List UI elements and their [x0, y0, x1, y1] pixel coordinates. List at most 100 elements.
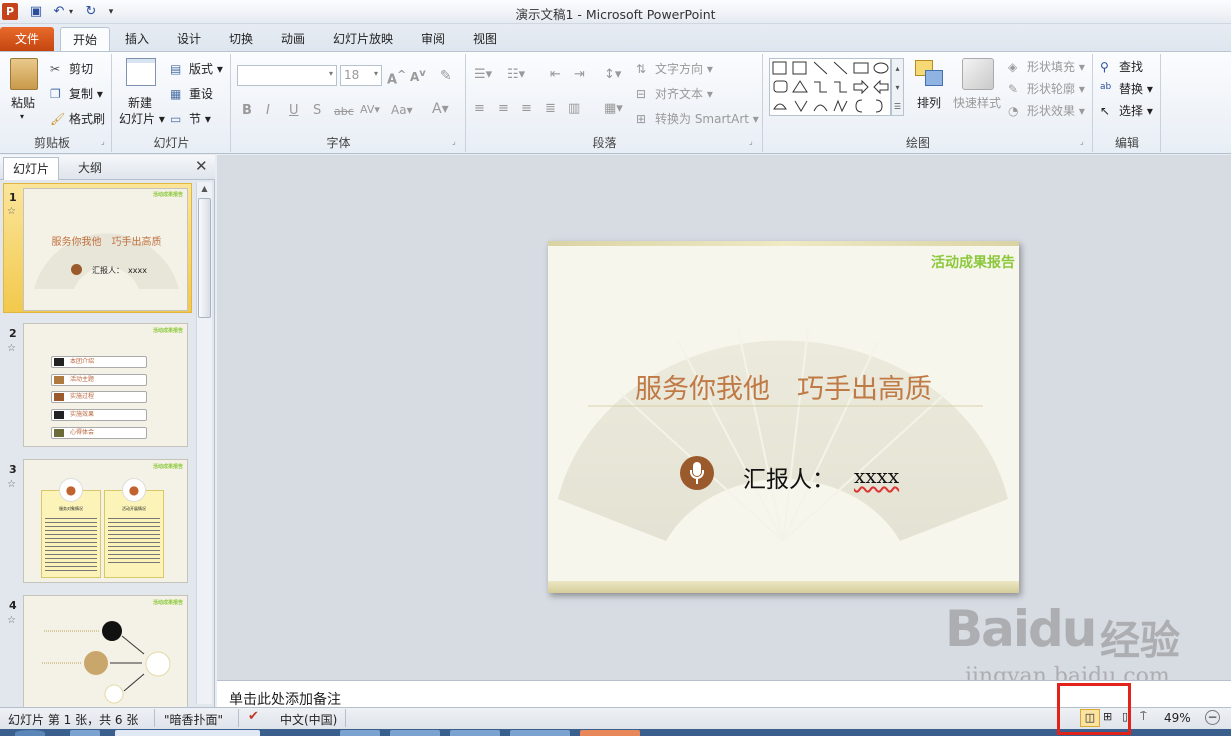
notes-placeholder[interactable]: 单击此处添加备注 — [229, 689, 341, 709]
tab-animations[interactable]: 动画 — [271, 27, 315, 51]
select-button[interactable]: ↖ 选择 ▾ — [1100, 102, 1153, 120]
new-slide-label[interactable]: 新建 — [128, 94, 152, 111]
dialog-launcher-icon[interactable]: ⌟ — [1080, 137, 1084, 146]
select-label: 选择 — [1119, 104, 1144, 118]
find-button[interactable]: ⚲ 查找 — [1100, 58, 1143, 76]
arrange-button[interactable]: 排列 — [917, 94, 941, 111]
underline-icon[interactable]: U — [289, 103, 299, 118]
spell-check-icon[interactable]: ✔ — [248, 709, 259, 724]
new-slide-dropdown[interactable]: 幻灯片 ▾ — [119, 110, 165, 127]
font-name-combobox[interactable]: ▾ — [237, 65, 337, 86]
section-button[interactable]: ▭ 节 ▾ — [170, 110, 211, 128]
tab-outline-pane[interactable]: 大纲 — [62, 157, 118, 180]
slide-thumbnail-2[interactable]: 活动成果报告 本团介绍 活动主题 实施过程 实施效果 心得体会 — [23, 323, 188, 447]
toc-item: 实施效果 — [51, 409, 147, 421]
tab-home[interactable]: 开始 — [60, 27, 110, 52]
scroll-thumb[interactable] — [198, 198, 211, 318]
tab-design[interactable]: 设计 — [167, 27, 211, 51]
bold-icon[interactable]: B — [242, 103, 252, 118]
slide-thumbnail-3[interactable]: 活动成果报告 ● ● 服务对象情况 活动开展情况 — [23, 459, 188, 583]
dialog-launcher-icon[interactable]: ⌟ — [101, 137, 105, 146]
quick-styles-button[interactable]: 快速样式 — [953, 94, 1001, 111]
format-painter-label: 格式刷 — [69, 112, 106, 126]
align-center-icon[interactable]: ≡ — [498, 101, 509, 116]
tab-review[interactable]: 审阅 — [411, 27, 455, 51]
slide-header[interactable]: 活动成果报告 — [931, 252, 1015, 272]
font-color-icon[interactable]: A▾ — [432, 101, 449, 117]
copy-button[interactable]: ❐ 复制 ▾ — [50, 85, 103, 103]
toc-label: 实施过程 — [70, 393, 95, 400]
numbering-icon[interactable]: ☷▾ — [507, 67, 525, 82]
reporter-label[interactable]: 汇报人： — [743, 460, 835, 494]
shape-fill-button[interactable]: ◈ 形状填充 ▾ — [1008, 58, 1085, 76]
language-indicator[interactable]: 中文(中国) — [280, 711, 337, 728]
theme-name[interactable]: "暗香扑面" — [164, 711, 223, 728]
reporter-value[interactable]: xxxx — [854, 464, 899, 488]
start-button[interactable] — [15, 730, 45, 736]
new-slide-icon[interactable] — [126, 58, 156, 86]
format-painter-button[interactable]: 🖌 格式刷 — [50, 110, 105, 128]
shadow-icon[interactable]: S — [313, 103, 321, 118]
taskbar-item[interactable] — [115, 730, 260, 736]
columns-icon[interactable]: ▦▾ — [604, 101, 623, 116]
clear-formatting-icon[interactable]: ✎ — [440, 68, 452, 84]
shapes-gallery[interactable] — [769, 58, 891, 116]
tab-slideshow[interactable]: 幻灯片放映 — [324, 27, 402, 51]
shape-outline-button[interactable]: ✎ 形状轮廓 ▾ — [1008, 80, 1085, 98]
taskbar-item[interactable] — [70, 730, 100, 736]
change-case-icon[interactable]: Aa▾ — [391, 103, 413, 117]
close-pane-icon[interactable]: ✕ — [195, 157, 208, 175]
convert-smartart-button[interactable]: ⊞ 转换为 SmartArt ▾ — [636, 110, 759, 128]
section-label: 节 — [189, 112, 202, 126]
current-slide[interactable]: 活动成果报告 服务你我他 巧手出高质 汇报人： xxxx — [548, 241, 1019, 593]
shrink-font-icon[interactable]: Av — [410, 68, 426, 84]
bullets-icon[interactable]: ☰▾ — [474, 67, 492, 82]
pane-scrollbar[interactable]: ▲ — [196, 182, 212, 704]
slide-title[interactable]: 服务你我他 巧手出高质 — [548, 367, 1019, 406]
align-text-button[interactable]: ⊟ 对齐文本 ▾ — [636, 85, 713, 103]
slideshow-view-icon[interactable]: ⍑ — [1140, 710, 1147, 724]
align-right-icon[interactable]: ≡ — [521, 101, 532, 116]
scroll-up-icon[interactable]: ▲ — [198, 184, 211, 196]
tab-file[interactable]: 文件 — [0, 27, 54, 51]
taskbar-item[interactable] — [450, 730, 500, 736]
zoom-level[interactable]: 49% — [1164, 711, 1191, 725]
zoom-out-icon[interactable]: − — [1205, 710, 1220, 725]
font-size-combobox[interactable]: 18 ▾ — [340, 65, 382, 86]
paste-button[interactable]: 粘贴 — [11, 94, 35, 111]
convert-smartart-label: 转换为 SmartArt — [655, 112, 749, 126]
slide-thumbnail-4[interactable]: 活动成果报告 — [23, 595, 188, 707]
taskbar-item[interactable] — [510, 730, 570, 736]
replace-button[interactable]: ab 替换 ▾ — [1100, 80, 1153, 98]
character-spacing-icon[interactable]: AV▾ — [360, 103, 380, 116]
text-direction-button[interactable]: ⇅ 文字方向 ▾ — [636, 60, 713, 78]
shape-effects-button[interactable]: ◔ 形状效果 ▾ — [1008, 102, 1085, 120]
tab-slides-pane[interactable]: 幻灯片 — [3, 157, 59, 180]
increase-indent-icon[interactable]: ⇥ — [574, 67, 585, 82]
quick-styles-icon[interactable] — [962, 58, 994, 90]
dialog-launcher-icon[interactable]: ⌟ — [452, 137, 456, 146]
line-spacing-icon[interactable]: ↕▾ — [604, 67, 621, 82]
cut-button[interactable]: ✂ 剪切 — [50, 60, 93, 78]
grow-font-icon[interactable]: A^ — [387, 68, 406, 87]
dialog-launcher-icon[interactable]: ⌟ — [749, 137, 753, 146]
tab-insert[interactable]: 插入 — [115, 27, 159, 51]
arrange-icon[interactable] — [913, 58, 945, 88]
shapes-gallery-scroll[interactable]: ▴ ▾ ☰ — [891, 58, 904, 116]
taskbar-item-powerpoint[interactable] — [580, 730, 640, 736]
reset-button[interactable]: ▦ 重设 — [170, 85, 213, 103]
strikethrough-icon[interactable]: abc — [334, 105, 354, 118]
tab-transitions[interactable]: 切换 — [219, 27, 263, 51]
layout-button[interactable]: ▤ 版式 ▾ — [170, 60, 223, 78]
justify-icon[interactable]: ≣ — [545, 101, 556, 116]
taskbar-item[interactable] — [340, 730, 380, 736]
tab-view[interactable]: 视图 — [463, 27, 507, 51]
slide-thumbnail-1[interactable]: 活动成果报告 服务你我他 巧手出高质 汇报人： xxxx — [23, 188, 188, 311]
taskbar-item[interactable] — [390, 730, 440, 736]
distributed-icon[interactable]: ▥ — [568, 101, 580, 116]
paste-icon[interactable] — [10, 58, 38, 90]
align-left-icon[interactable]: ≡ — [474, 101, 485, 116]
italic-icon[interactable]: I — [266, 103, 270, 118]
decrease-indent-icon[interactable]: ⇤ — [550, 67, 561, 82]
paste-dropdown-icon[interactable]: ▾ — [20, 112, 24, 121]
